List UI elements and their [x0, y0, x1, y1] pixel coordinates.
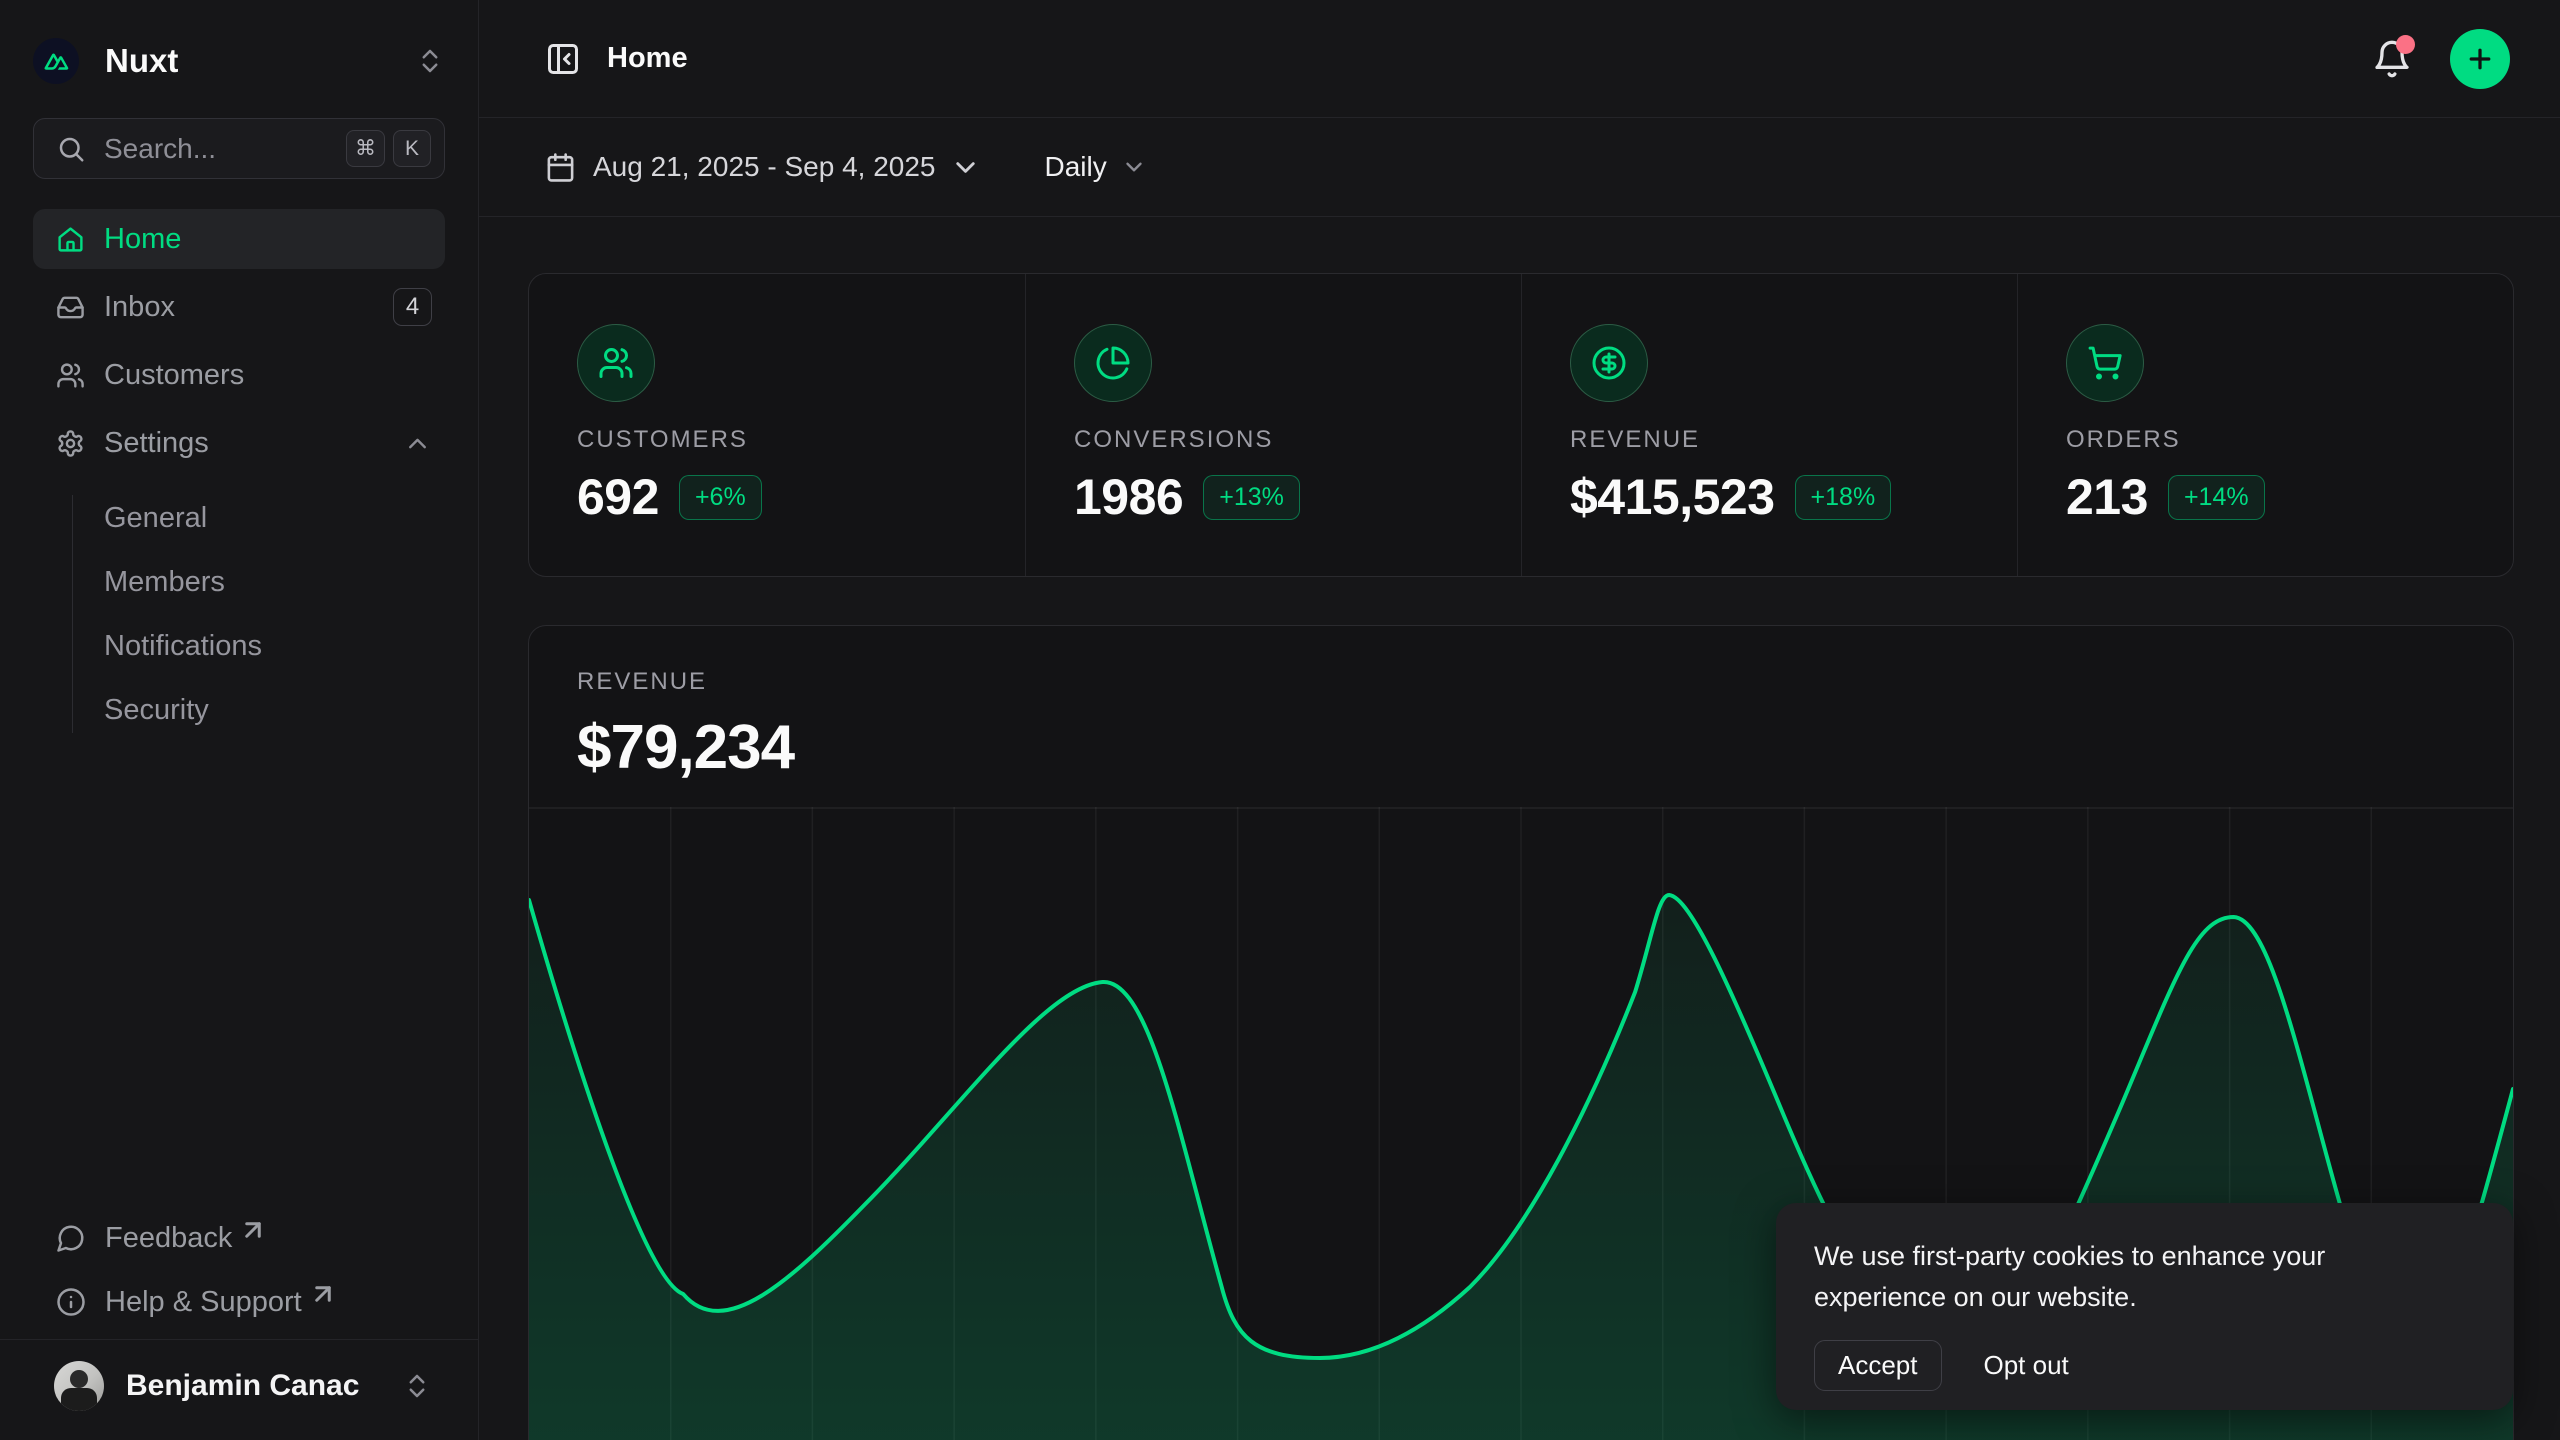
stat-revenue: REVENUE $415,523 +18% [1521, 274, 2017, 576]
stat-delta-badge: +13% [1203, 475, 1300, 520]
home-icon [56, 225, 85, 254]
sidebar-item-customers[interactable]: Customers [33, 345, 445, 405]
user-menu[interactable]: Benjamin Canac [33, 1340, 445, 1432]
sidebar-item-home[interactable]: Home [33, 209, 445, 269]
stat-value: 213 [2066, 468, 2148, 526]
main-panel: Home Aug 21, 2025 - Sep 4, 2025 Dai [479, 0, 2560, 1440]
inbox-icon [56, 293, 85, 322]
sidebar-item-label: Customers [104, 359, 244, 392]
date-range-picker[interactable]: Aug 21, 2025 - Sep 4, 2025 [545, 151, 981, 183]
sidebar-item-label: Settings [104, 427, 209, 460]
info-circle-icon [56, 1287, 86, 1317]
revenue-panel-value: $79,234 [577, 712, 2465, 783]
gear-icon [56, 429, 85, 458]
filter-bar: Aug 21, 2025 - Sep 4, 2025 Daily [479, 118, 2560, 217]
sidebar-item-settings[interactable]: Settings [33, 413, 445, 473]
sidebar-footer-links: Feedback Help & Support [33, 1213, 445, 1327]
avatar [54, 1361, 104, 1411]
title-bar: Home [479, 0, 2560, 118]
feedback-label: Feedback [105, 1222, 232, 1255]
workspace-name: Nuxt [105, 42, 178, 80]
stat-delta-badge: +14% [2168, 475, 2265, 520]
search-icon [56, 134, 86, 164]
revenue-panel-label: REVENUE [577, 668, 2465, 696]
calendar-icon [545, 152, 576, 183]
sidebar-item-security[interactable]: Security [72, 683, 445, 737]
sidebar: Nuxt Search... ⌘ K Home Inbox 4 [0, 0, 479, 1440]
stat-value: $415,523 [1570, 468, 1775, 526]
search-placeholder: Search... [104, 133, 216, 165]
add-button[interactable] [2450, 29, 2510, 89]
opt-out-button[interactable]: Opt out [1984, 1350, 2069, 1381]
sidebar-item-members[interactable]: Members [72, 555, 445, 609]
date-range-label: Aug 21, 2025 - Sep 4, 2025 [593, 151, 936, 183]
nuxt-logo-icon [33, 38, 79, 84]
settings-subnav: General Members Notifications Security [33, 491, 445, 737]
dollar-circle-icon [1570, 324, 1648, 402]
stat-label: REVENUE [1570, 426, 1977, 454]
stat-delta-badge: +6% [679, 475, 762, 520]
help-support-link[interactable]: Help & Support [33, 1277, 445, 1327]
external-link-icon [238, 1215, 268, 1245]
chevron-up-icon [403, 429, 432, 458]
command-key-badge: ⌘ [346, 130, 385, 167]
collapse-sidebar-icon[interactable] [545, 41, 581, 77]
users-icon [577, 324, 655, 402]
user-name: Benjamin Canac [126, 1369, 359, 1403]
external-link-icon [308, 1279, 338, 1309]
pie-chart-icon [1074, 324, 1152, 402]
stat-orders: ORDERS 213 +14% [2017, 274, 2513, 576]
notification-dot [2396, 35, 2415, 54]
help-support-label: Help & Support [105, 1286, 302, 1319]
cookie-message: We use first-party cookies to enhance yo… [1814, 1236, 2414, 1318]
k-key-badge: K [393, 130, 431, 167]
stat-delta-badge: +18% [1795, 475, 1892, 520]
granularity-value: Daily [1045, 151, 1107, 183]
sidebar-item-label: Inbox [104, 291, 175, 324]
workspace-selector[interactable]: Nuxt [33, 30, 445, 92]
stat-value: 1986 [1074, 468, 1183, 526]
sidebar-nav: Home Inbox 4 Customers Settings Gener [33, 209, 445, 737]
chevron-up-down-icon [402, 1371, 432, 1401]
stats-summary-card: CUSTOMERS 692 +6% CONVERSIONS 1986 +13% [528, 273, 2514, 577]
sidebar-item-label: Home [104, 223, 181, 256]
sidebar-item-general[interactable]: General [72, 491, 445, 545]
stat-value: 692 [577, 468, 659, 526]
search-input[interactable]: Search... ⌘ K [33, 118, 445, 179]
chevron-down-icon [1121, 154, 1147, 180]
stat-label: CONVERSIONS [1074, 426, 1481, 454]
stat-label: ORDERS [2066, 426, 2473, 454]
chevron-up-down-icon [415, 46, 445, 76]
feedback-link[interactable]: Feedback [33, 1213, 445, 1263]
cookie-banner: We use first-party cookies to enhance yo… [1776, 1203, 2513, 1410]
sidebar-item-notifications[interactable]: Notifications [72, 619, 445, 673]
chevron-down-icon [950, 152, 981, 183]
notifications-bell-button[interactable] [2372, 39, 2412, 79]
accept-cookies-button[interactable]: Accept [1814, 1340, 1942, 1391]
stat-label: CUSTOMERS [577, 426, 985, 454]
sidebar-item-inbox[interactable]: Inbox 4 [33, 277, 445, 337]
granularity-select[interactable]: Daily [1045, 151, 1147, 183]
stat-conversions: CONVERSIONS 1986 +13% [1025, 274, 1521, 576]
plus-icon [2465, 44, 2495, 74]
users-icon [56, 361, 85, 390]
page-title: Home [607, 42, 688, 75]
shopping-cart-icon [2066, 324, 2144, 402]
stat-customers: CUSTOMERS 692 +6% [529, 274, 1025, 576]
message-bubble-icon [56, 1223, 86, 1253]
inbox-count-badge: 4 [393, 288, 432, 326]
